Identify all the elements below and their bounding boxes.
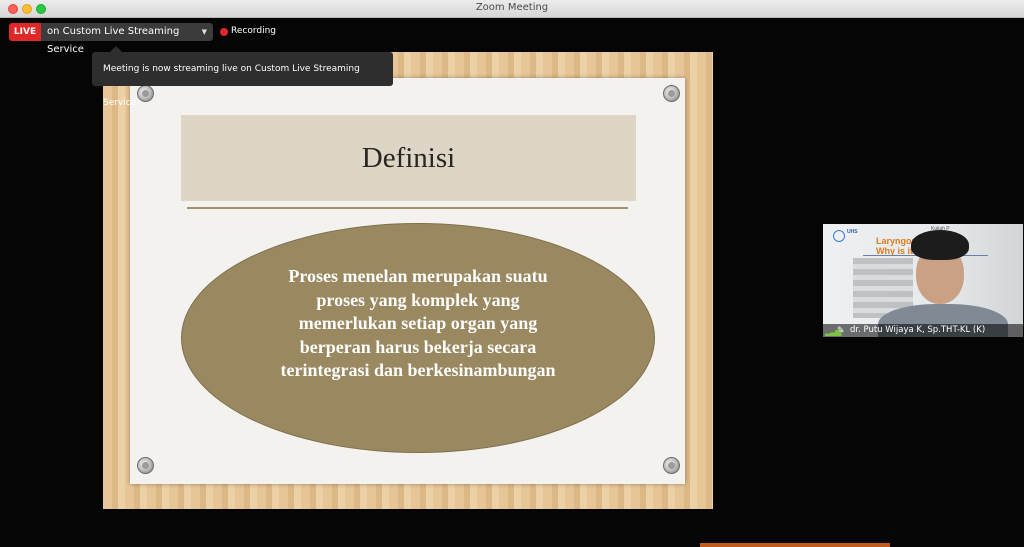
thumbnail-logo-text: UHS bbox=[847, 229, 858, 235]
slide-body-line: proses yang komplek yang bbox=[316, 289, 520, 310]
shared-screen-slide: Definisi Proses menelan merupakan suatu … bbox=[103, 52, 713, 509]
screw-icon bbox=[663, 457, 680, 474]
stream-target-dropdown[interactable]: on Custom Live Streaming Service ▼ bbox=[41, 23, 213, 55]
screw-icon bbox=[663, 85, 680, 102]
participant-name: dr. Putu Wijaya K, Sp.THT-KL (K) bbox=[850, 325, 986, 335]
slide-paper: Definisi Proses menelan merupakan suatu … bbox=[130, 78, 685, 484]
live-badge[interactable]: LIVE bbox=[9, 23, 41, 41]
slide-title-band: Definisi bbox=[181, 115, 636, 201]
slide-title: Definisi bbox=[361, 142, 456, 174]
slide-body-line: Proses menelan merupakan suatu bbox=[288, 266, 548, 286]
pin-icon: ✎ bbox=[837, 325, 845, 335]
caret-down-icon: ▼ bbox=[201, 28, 207, 36]
participant-name-bar: ▂▃▅ ✎ dr. Putu Wijaya K, Sp.THT-KL (K) bbox=[823, 324, 1023, 337]
university-logo-icon bbox=[833, 230, 845, 242]
streaming-tooltip: Meeting is now streaming live on Custom … bbox=[92, 52, 393, 108]
slide-ellipse: Proses menelan merupakan suatu proses ya… bbox=[181, 223, 655, 453]
window-title: Zoom Meeting bbox=[475, 2, 549, 13]
slide-body-line: memerlukan setiap organ yang bbox=[298, 313, 538, 333]
bottom-edge-strip bbox=[700, 543, 890, 547]
screw-icon bbox=[137, 85, 154, 102]
slide-body-line: berperan harus bekerja secara bbox=[299, 336, 537, 357]
window-titlebar: Zoom Meeting bbox=[0, 0, 1024, 18]
recording-dot-icon bbox=[220, 28, 228, 36]
recording-label: Recording bbox=[231, 26, 277, 36]
slide-body: Proses menelan merupakan suatu proses ya… bbox=[182, 265, 654, 383]
participant-video-thumbnail[interactable]: UHS Kuliah P Laryngoph Why is it ▂▃▅ ✎ d… bbox=[823, 224, 1023, 337]
participant-hair bbox=[911, 230, 969, 260]
slide-body-line: terintegrasi dan berkesinambungan bbox=[280, 360, 556, 380]
slide-divider bbox=[187, 207, 628, 209]
screw-icon bbox=[137, 457, 154, 474]
